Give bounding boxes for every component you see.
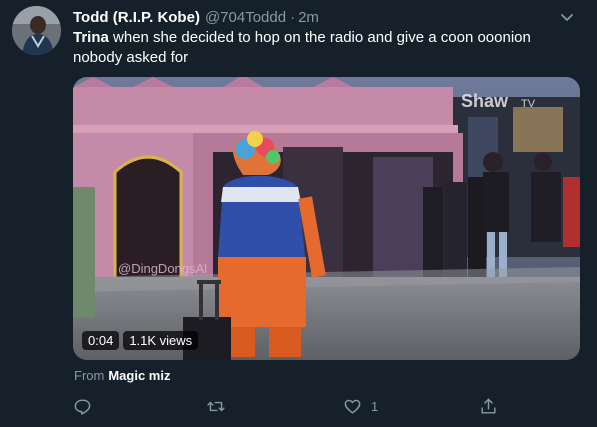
like-count: 1 [371, 398, 379, 414]
separator-dot: · [290, 8, 296, 26]
video-frame: @DingDongsAl Shaw TV [73, 77, 580, 360]
tweet-header: Todd (R.I.P. Kobe) @704Toddd · 2m [73, 7, 319, 27]
tweet-text: Trina when she decided to hop on the rad… [73, 28, 578, 68]
video-duration: 0:04 [82, 331, 120, 350]
chevron-down-icon[interactable] [559, 9, 575, 25]
video-info-badges: 0:04 1.1K views [82, 331, 199, 350]
video-views: 1.1K views [123, 331, 199, 350]
heart-icon [344, 399, 361, 414]
retweet-icon [207, 401, 225, 411]
display-name[interactable]: Todd (R.I.P. Kobe) [73, 9, 200, 26]
tweet-text-body: when she decided to hop on the radio and… [73, 29, 531, 66]
user-handle[interactable]: @704Toddd [205, 9, 286, 26]
timestamp[interactable]: 2m [298, 9, 319, 26]
like-button[interactable]: 1 [343, 396, 378, 416]
reply-icon [74, 398, 91, 415]
tweet[interactable]: Todd (R.I.P. Kobe) @704Toddd · 2m Trina … [0, 0, 597, 427]
media-attribution: From Magic miz [74, 368, 170, 383]
profile-photo-icon [12, 6, 61, 55]
video-watermark-tv: TV [521, 98, 536, 110]
retweet-button[interactable] [206, 396, 226, 416]
avatar[interactable] [12, 6, 61, 55]
share-button[interactable] [479, 396, 498, 416]
share-icon [481, 398, 496, 414]
video-player[interactable]: @DingDongsAl Shaw TV [73, 77, 580, 360]
attribution-prefix: From [74, 368, 105, 383]
reply-button[interactable] [73, 396, 92, 416]
tweet-actions: 1 [0, 396, 597, 416]
attribution-source[interactable]: Magic miz [108, 368, 170, 383]
video-watermark: Shaw [461, 91, 509, 111]
video-overlay-handle: @DingDongsAl [118, 261, 207, 276]
tweet-text-highlight[interactable]: Trina [73, 29, 109, 46]
